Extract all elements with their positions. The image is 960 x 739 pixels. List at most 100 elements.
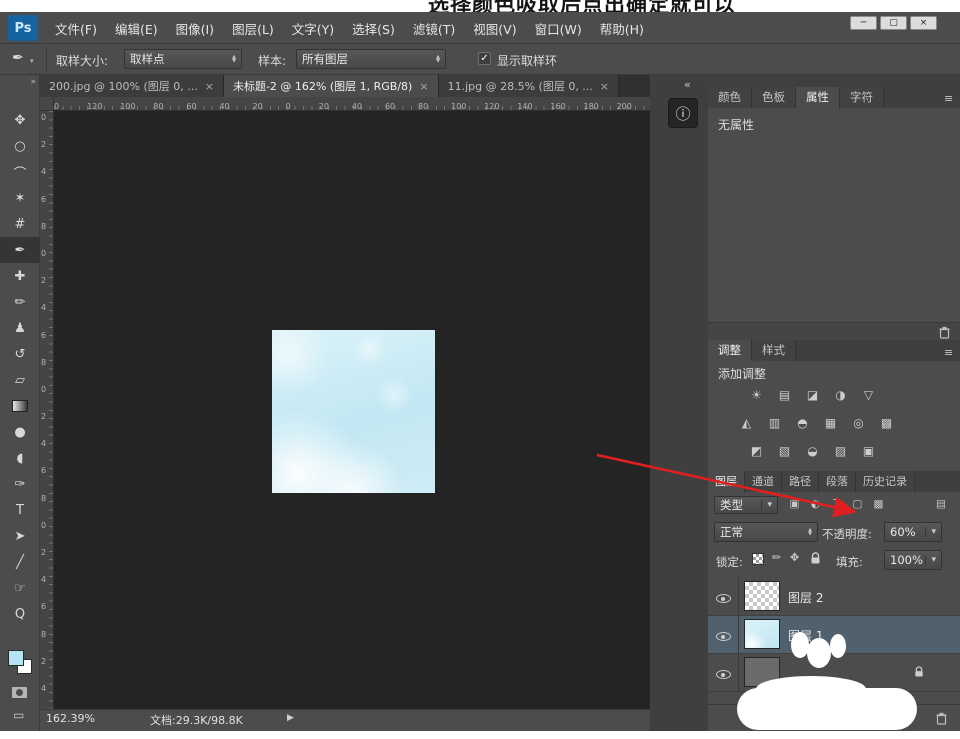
panel-tab-character[interactable]: 字符 — [840, 87, 884, 108]
fill-input[interactable]: 100% ▾ — [884, 550, 942, 570]
menu-item[interactable]: 编辑(E) — [106, 19, 167, 38]
lock-transparency-icon[interactable] — [752, 553, 764, 565]
quick-mask-icon[interactable] — [12, 687, 27, 698]
menu-item[interactable]: 文件(F) — [46, 19, 106, 38]
menu-item[interactable]: 图层(L) — [223, 19, 283, 38]
document-tab[interactable]: 11.jpg @ 28.5% (图层 0, ... × — [439, 75, 619, 97]
adjustment-icon[interactable]: ▨ — [830, 442, 851, 460]
adjustment-icon[interactable]: ▤ — [774, 386, 795, 404]
screen-mode-icon[interactable]: ▭ — [13, 708, 24, 722]
panel-tab-swatches[interactable]: 色板 — [752, 87, 796, 108]
menu-item[interactable]: 图像(I) — [167, 19, 223, 38]
close-tab-icon[interactable]: × — [205, 80, 214, 93]
adjustment-icon[interactable]: ▧ — [774, 442, 795, 460]
path-selection-tool[interactable]: ➤ — [0, 523, 40, 549]
menu-item[interactable]: 帮助(H) — [591, 19, 653, 38]
history-brush-tool[interactable]: ↺ — [0, 341, 40, 367]
adjustment-icon[interactable]: ▣ — [858, 442, 879, 460]
panel-menu-icon[interactable]: ≡ — [944, 92, 953, 105]
horizontal-ruler[interactable]: 0120100806040200204060801001201401601802… — [54, 97, 650, 111]
close-tab-icon[interactable]: × — [419, 80, 428, 93]
eyedropper-tool[interactable]: ✒ — [0, 237, 40, 263]
hand-tool[interactable]: ☞ — [0, 575, 40, 601]
layer-visibility-toggle[interactable] — [716, 594, 731, 603]
filter-icon[interactable]: T — [830, 498, 843, 510]
expand-panels-icon[interactable]: « — [684, 78, 691, 91]
info-panel-button[interactable]: ⓘ — [668, 98, 698, 128]
panel-tab-history[interactable]: 历史记录 — [856, 471, 915, 492]
eyedropper-tool-icon[interactable]: ✒ — [12, 50, 24, 66]
adjustment-icon[interactable]: ◎ — [848, 414, 869, 432]
adjustment-icon[interactable]: ☀ — [746, 386, 767, 404]
lock-position-icon[interactable]: ✥ — [790, 551, 799, 564]
sample-size-select[interactable]: 取样点 ▲▼ — [124, 49, 242, 69]
menu-item[interactable]: 文字(Y) — [283, 19, 343, 38]
menu-item[interactable]: 窗口(W) — [526, 19, 591, 38]
layer-thumbnail[interactable] — [744, 619, 780, 649]
close-button[interactable]: × — [910, 16, 937, 30]
filter-icon[interactable]: ▩ — [872, 498, 885, 510]
adjustment-icon[interactable]: ▦ — [820, 414, 841, 432]
show-ring-checkbox[interactable]: ✓ — [478, 52, 491, 65]
filter-icon[interactable]: ◐ — [809, 498, 822, 510]
foreground-color-swatch[interactable] — [8, 650, 24, 666]
lock-all-icon[interactable] — [810, 552, 821, 568]
move-tool[interactable]: ✥ — [0, 107, 40, 133]
caret-icon[interactable]: ▾ — [925, 527, 936, 537]
zoom-level[interactable]: 162.39% — [46, 712, 95, 725]
panel-tab-layers[interactable]: 图层 — [708, 471, 745, 492]
panel-tab-channels[interactable]: 通道 — [745, 471, 782, 492]
brush-tool[interactable]: ✏ — [0, 289, 40, 315]
adjustment-icon[interactable]: ▩ — [876, 414, 897, 432]
adjustment-icon[interactable]: ◩ — [746, 442, 767, 460]
eraser-tool[interactable]: ▱ — [0, 367, 40, 393]
maximize-button[interactable]: ▢ — [880, 16, 907, 30]
menu-item[interactable]: 选择(S) — [343, 19, 404, 38]
blur-tool[interactable]: ● — [0, 419, 40, 445]
status-menu-button[interactable]: ▶ — [287, 713, 294, 723]
layer-thumbnail[interactable] — [744, 581, 780, 611]
type-tool[interactable]: T — [0, 497, 40, 523]
filter-type-select[interactable]: 类型 ▾ — [714, 496, 778, 514]
blend-mode-select[interactable]: 正常 ▲▼ — [714, 522, 818, 542]
crop-tool[interactable]: # — [0, 211, 40, 237]
spot-healing-brush-tool[interactable]: ✚ — [0, 263, 40, 289]
adjustment-icon[interactable]: ◒ — [802, 442, 823, 460]
menu-item[interactable]: 滤镜(T) — [404, 19, 464, 38]
adjustment-icon[interactable]: ◑ — [830, 386, 851, 404]
filter-icon[interactable]: ▣ — [788, 498, 801, 510]
adjustment-icon[interactable]: ◓ — [792, 414, 813, 432]
gradient-tool[interactable] — [0, 393, 40, 419]
panel-menu-icon[interactable]: ≡ — [944, 346, 953, 359]
vertical-ruler[interactable]: 0246802468024680246824 — [40, 111, 54, 709]
layer-visibility-toggle[interactable] — [716, 670, 731, 679]
panel-tab-paragraph[interactable]: 段落 — [819, 471, 856, 492]
adjustment-icon[interactable]: ◪ — [802, 386, 823, 404]
panel-tab-styles[interactable]: 样式 — [752, 340, 796, 361]
document-tab[interactable]: 200.jpg @ 100% (图层 0, ... × — [40, 75, 224, 97]
tool-preset-caret-icon[interactable]: ▾ — [30, 57, 34, 65]
filter-icon[interactable]: ▢ — [851, 498, 864, 510]
document-image[interactable] — [272, 330, 435, 493]
panel-tab-properties[interactable]: 属性 — [796, 87, 840, 108]
delete-icon[interactable] — [939, 326, 950, 342]
dodge-tool[interactable]: ◖ — [0, 445, 40, 471]
toolbar-collapse-icon[interactable]: » — [0, 77, 36, 87]
magic-wand-tool[interactable]: ✶ — [0, 185, 40, 211]
menu-item[interactable]: 视图(V) — [464, 19, 525, 38]
document-tab[interactable]: 未标题-2 @ 162% (图层 1, RGB/8) × — [224, 75, 439, 97]
lasso-tool[interactable]: ⌒ — [0, 159, 40, 185]
adjustment-icon[interactable]: ▥ — [764, 414, 785, 432]
sample-select[interactable]: 所有图层 ▲▼ — [296, 49, 446, 69]
caret-icon[interactable]: ▾ — [925, 555, 936, 565]
adjustment-icon[interactable]: ◭ — [736, 414, 757, 432]
layer-row[interactable]: 图层 2 — [708, 578, 960, 616]
close-tab-icon[interactable]: × — [600, 80, 609, 93]
opacity-input[interactable]: 60% ▾ — [884, 522, 942, 542]
panel-tab-color[interactable]: 颜色 — [708, 87, 752, 108]
layer-visibility-toggle[interactable] — [716, 632, 731, 641]
filter-toggle-icon[interactable]: ▤ — [936, 498, 946, 510]
clone-stamp-tool[interactable]: ♟ — [0, 315, 40, 341]
line-tool[interactable]: ╱ — [0, 549, 40, 575]
panel-tab-paths[interactable]: 路径 — [782, 471, 819, 492]
